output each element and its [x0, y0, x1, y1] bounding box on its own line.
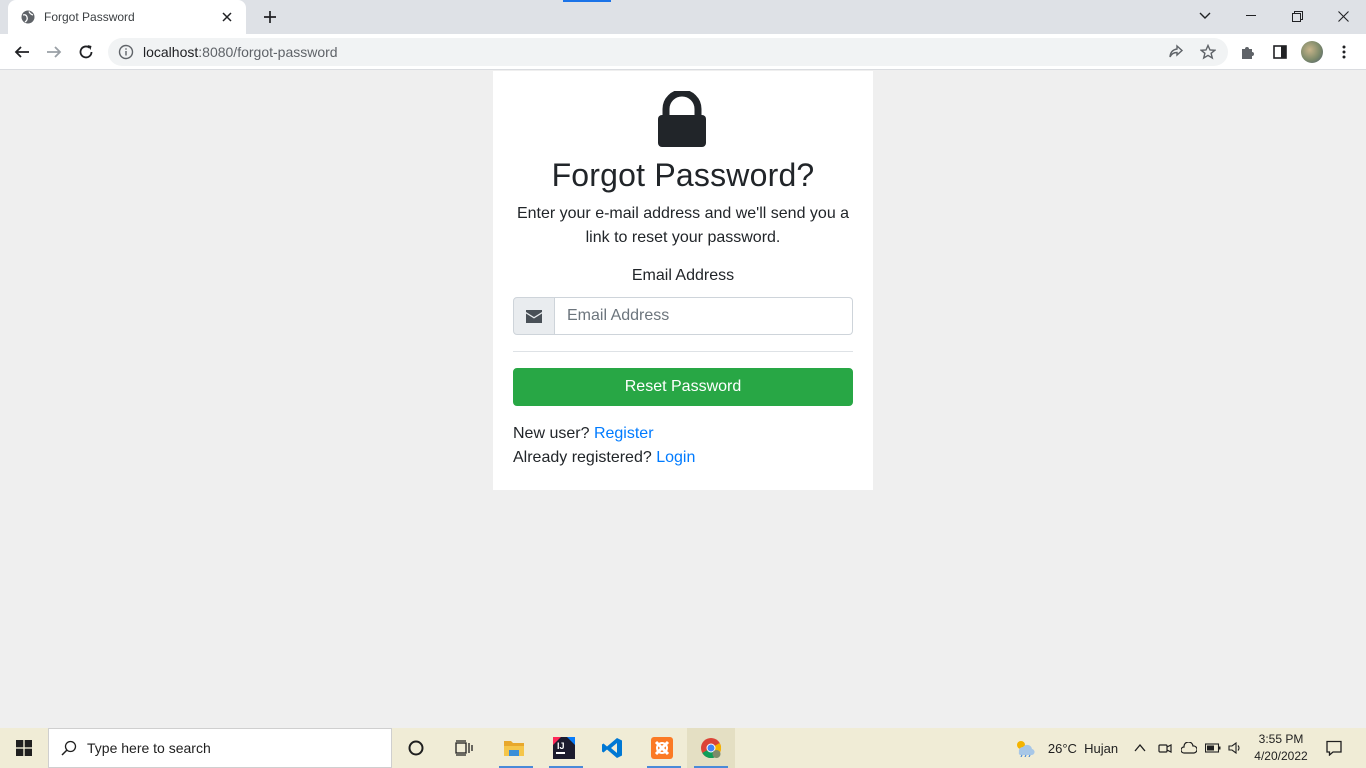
clock-time: 3:55 PM [1258, 732, 1304, 746]
taskbar-clock[interactable]: 3:55 PM 4/20/2022 [1248, 731, 1314, 765]
already-registered-line: Already registered? Login [513, 449, 695, 467]
battery-icon[interactable] [1203, 728, 1223, 768]
clock-date: 4/20/2022 [1254, 749, 1308, 763]
email-input[interactable] [555, 297, 853, 335]
volume-icon[interactable] [1225, 728, 1245, 768]
xampp-icon[interactable] [640, 728, 684, 768]
chevron-up-icon[interactable] [1130, 728, 1150, 768]
back-arrow-icon[interactable] [8, 38, 36, 66]
tab-strip: Forgot Password [0, 0, 1366, 34]
weather-rain-icon[interactable] [1010, 728, 1038, 768]
email-label: Email Address [631, 267, 735, 284]
url-host: localhost [143, 44, 199, 60]
minimize-icon[interactable] [1228, 0, 1274, 32]
lock-icon [656, 89, 708, 154]
tab-search-chevron-down-icon[interactable] [1182, 0, 1228, 32]
svg-text:IJ: IJ [557, 741, 565, 751]
windows-start-icon[interactable] [0, 728, 48, 768]
close-window-icon[interactable] [1320, 0, 1366, 32]
browser-toolbar: localhost:8080/forgot-password [0, 34, 1366, 70]
onedrive-cloud-icon[interactable] [1178, 728, 1200, 768]
bookmark-star-icon[interactable] [1197, 41, 1219, 63]
email-input-group [513, 297, 853, 335]
taskbar: Type here to search IJ 26°C Hujan 3:55 P… [0, 728, 1366, 768]
login-link[interactable]: Login [656, 449, 695, 466]
search-icon [61, 740, 77, 756]
profile-avatar[interactable] [1301, 41, 1323, 63]
forward-arrow-icon[interactable] [40, 38, 68, 66]
search-placeholder: Type here to search [87, 740, 211, 756]
taskbar-search-box[interactable]: Type here to search [48, 728, 392, 768]
restore-icon[interactable] [1274, 0, 1320, 32]
tab-title: Forgot Password [44, 10, 135, 24]
new-tab-plus-icon[interactable] [259, 6, 281, 28]
page-description: Enter your e-mail address and we'll send… [516, 205, 850, 246]
site-info-icon[interactable] [118, 44, 134, 60]
extensions-puzzle-icon[interactable] [1237, 41, 1259, 63]
already-registered-text: Already registered? [513, 449, 652, 466]
weather-text[interactable]: 26°C Hujan [1042, 728, 1124, 768]
more-menu-icon[interactable] [1333, 41, 1355, 63]
meet-now-icon[interactable] [1155, 728, 1175, 768]
envelope-icon [513, 297, 555, 335]
notification-center-icon[interactable] [1318, 728, 1350, 768]
cortana-circle-icon[interactable] [396, 728, 436, 768]
page-title: Forgot Password? [551, 157, 815, 193]
chrome-icon[interactable] [687, 728, 735, 768]
register-link[interactable]: Register [594, 425, 654, 442]
close-tab-icon[interactable] [218, 8, 236, 26]
new-user-line: New user? Register [513, 425, 654, 443]
forgot-password-card: Forgot Password? Enter your e-mail addre… [493, 71, 873, 490]
file-explorer-icon[interactable] [492, 728, 536, 768]
tab-loading-indicator [563, 0, 611, 2]
intellij-idea-icon[interactable]: IJ [542, 728, 586, 768]
new-user-text: New user? [513, 425, 590, 442]
weather-label: 26°C Hujan [1047, 740, 1119, 756]
side-panel-icon[interactable] [1269, 41, 1291, 63]
address-bar[interactable]: localhost:8080/forgot-password [108, 38, 1228, 66]
reload-icon[interactable] [72, 38, 100, 66]
url-text: localhost:8080/forgot-password [143, 44, 338, 60]
globe-icon [20, 9, 36, 25]
share-icon[interactable] [1165, 41, 1187, 63]
vscode-icon[interactable] [590, 728, 634, 768]
task-view-icon[interactable] [444, 728, 484, 768]
url-path: :8080/forgot-password [198, 44, 338, 60]
browser-tab[interactable]: Forgot Password [8, 0, 246, 34]
divider [513, 351, 853, 352]
reset-password-button[interactable]: Reset Password [513, 368, 853, 406]
